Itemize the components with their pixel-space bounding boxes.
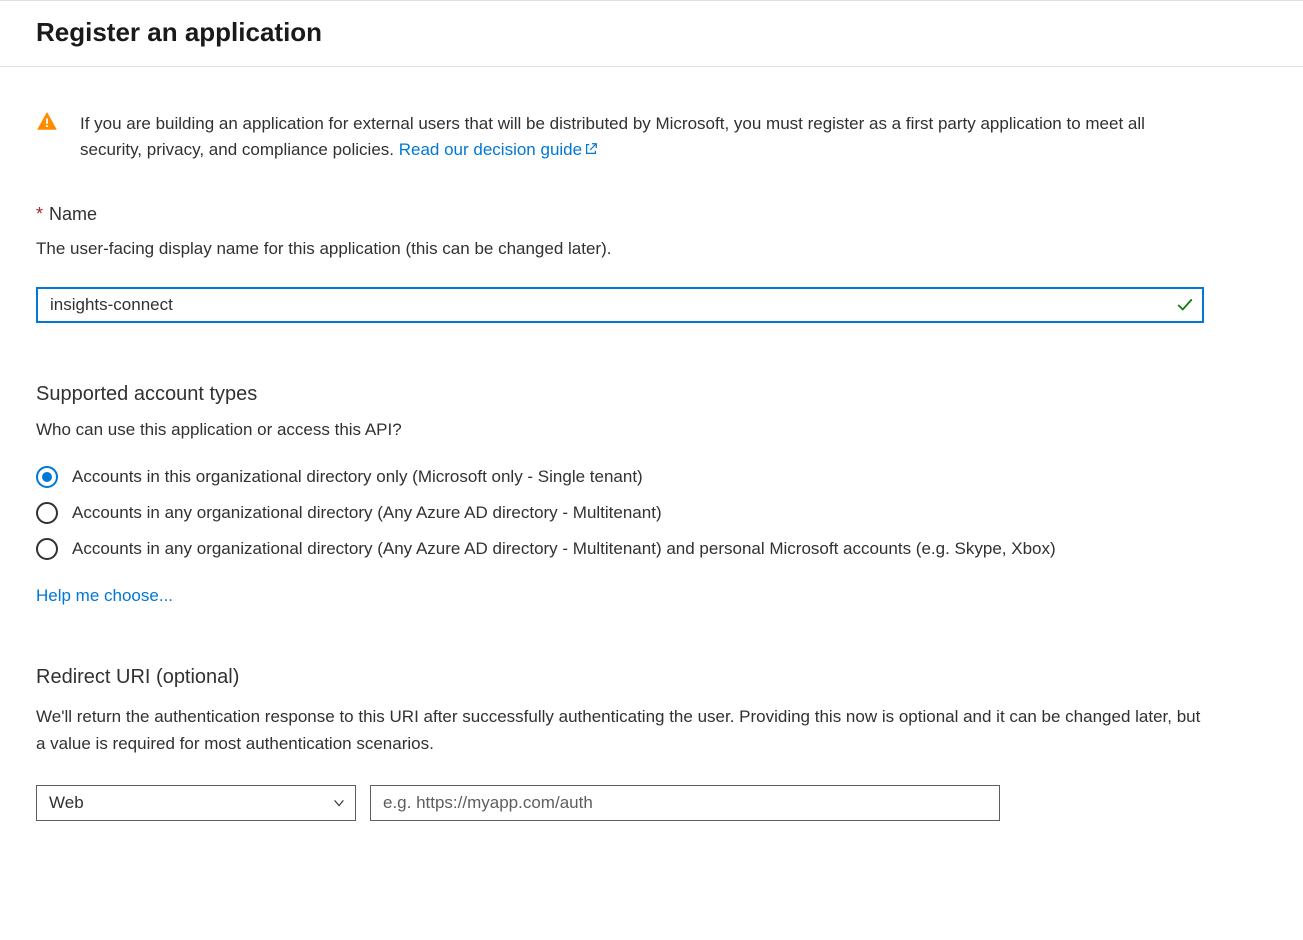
radio-multitenant-personal[interactable]: Accounts in any organizational directory…: [36, 538, 1204, 560]
radio-label: Accounts in this organizational director…: [72, 467, 643, 487]
required-indicator: *: [36, 204, 43, 224]
form-content: If you are building an application for e…: [0, 67, 1240, 845]
platform-select-value: Web: [49, 793, 84, 813]
page-header: Register an application: [0, 0, 1303, 67]
decision-guide-link[interactable]: Read our decision guide: [399, 140, 598, 159]
redirect-uri-help: We'll return the authentication response…: [36, 703, 1204, 757]
name-input[interactable]: [36, 287, 1204, 323]
account-types-title: Supported account types: [36, 383, 1204, 406]
radio-label: Accounts in any organizational directory…: [72, 503, 662, 523]
warning-banner: If you are building an application for e…: [36, 111, 1204, 164]
name-field-help: The user-facing display name for this ap…: [36, 239, 1204, 259]
radio-label: Accounts in any organizational directory…: [72, 539, 1056, 559]
radio-single-tenant[interactable]: Accounts in this organizational director…: [36, 466, 1204, 488]
name-input-wrap: [36, 287, 1204, 323]
radio-icon: [36, 538, 58, 560]
help-me-choose-link[interactable]: Help me choose...: [36, 586, 173, 606]
account-types-help: Who can use this application or access t…: [36, 420, 1204, 440]
redirect-uri-section: Redirect URI (optional) We'll return the…: [36, 666, 1204, 821]
warning-text-content: If you are building an application for e…: [80, 114, 1145, 159]
radio-multitenant[interactable]: Accounts in any organizational directory…: [36, 502, 1204, 524]
external-link-icon: [584, 138, 598, 164]
redirect-row: Web: [36, 785, 1204, 821]
warning-icon: [36, 111, 58, 133]
account-types-radio-group: Accounts in this organizational director…: [36, 466, 1204, 560]
radio-icon: [36, 466, 58, 488]
warning-text: If you are building an application for e…: [80, 111, 1204, 164]
redirect-uri-input[interactable]: [370, 785, 1000, 821]
radio-icon: [36, 502, 58, 524]
platform-select[interactable]: Web: [36, 785, 356, 821]
redirect-uri-title: Redirect URI (optional): [36, 666, 1204, 689]
page-title: Register an application: [36, 17, 1267, 48]
name-field-label: *Name: [36, 204, 1204, 225]
